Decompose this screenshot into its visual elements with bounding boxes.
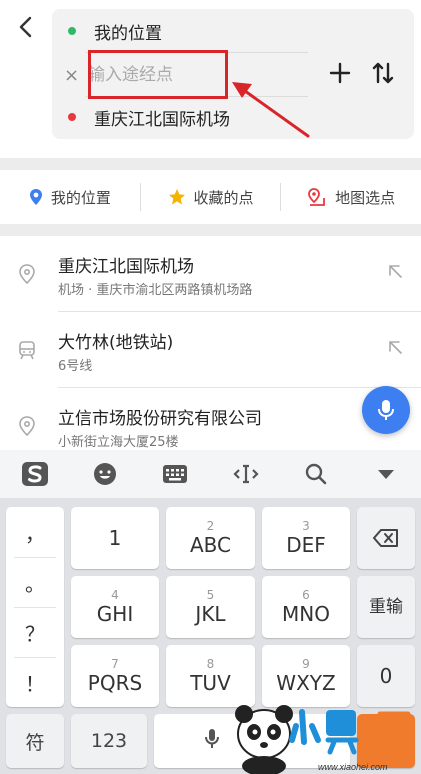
location-pin-icon: [19, 416, 35, 436]
punctuation-column: ， 。 ？ ！: [6, 507, 64, 707]
reenter-key[interactable]: 重输: [357, 576, 415, 638]
search-button[interactable]: [281, 450, 351, 498]
key-abc[interactable]: 2 ABC: [166, 507, 255, 569]
tab-my-location[interactable]: 我的位置: [0, 187, 140, 208]
keyboard-icon: [163, 465, 188, 483]
key-number: 5: [206, 587, 215, 602]
tab-favorites[interactable]: 收藏的点: [141, 187, 281, 208]
cursor-move-icon: [233, 464, 259, 484]
location-pin-icon: [29, 189, 42, 205]
route-header: 我的位置 × 重庆江北国际机场: [0, 0, 421, 158]
key-number: 7: [111, 656, 119, 671]
keyboard-switch-button[interactable]: [140, 450, 210, 498]
microphone-icon: [205, 729, 219, 748]
key-number: 8: [206, 656, 215, 671]
result-subtitle: 小新街立海大厦25楼: [58, 435, 179, 450]
section-gap: [0, 158, 421, 170]
start-row[interactable]: 我的位置: [52, 11, 310, 51]
add-waypoint-button[interactable]: [328, 61, 352, 85]
list-item[interactable]: 大竹林(地铁站) 6号线: [0, 312, 421, 388]
key-def[interactable]: 3 DEF: [262, 507, 350, 569]
key-label: 重输: [369, 597, 403, 617]
punctuation-key[interactable]: ，: [6, 507, 64, 557]
result-title: 重庆江北国际机场: [58, 257, 194, 277]
punctuation-key[interactable]: ？: [6, 607, 64, 657]
keyboard-toolbar: [0, 450, 421, 498]
search-results-list: 重庆江北国际机场 机场 · 重庆市渝北区两路镇机场路 大竹林(地铁站) 6号线 …: [0, 236, 421, 450]
start-dot-icon: [68, 27, 76, 35]
remove-waypoint-icon[interactable]: ×: [64, 65, 79, 86]
numeric-key[interactable]: 123: [71, 714, 147, 768]
key-number: 2: [206, 518, 215, 533]
back-button[interactable]: [8, 10, 42, 44]
end-location: 重庆江北国际机场: [94, 109, 230, 130]
result-subtitle: 6号线: [58, 359, 93, 374]
swap-route-button[interactable]: [372, 61, 394, 85]
result-subtitle: 机场 · 重庆市渝北区两路镇机场路: [58, 283, 253, 298]
watermark-logo: www.xiaohei.com: [235, 705, 411, 774]
emoji-button[interactable]: [70, 450, 140, 498]
section-gap: [0, 224, 421, 236]
tab-map-pick[interactable]: 地图选点: [281, 187, 421, 208]
key-1[interactable]: 1: [71, 507, 159, 569]
collapse-keyboard-button[interactable]: [351, 450, 421, 498]
tab-label: 地图选点: [335, 188, 396, 207]
key-label: ABC: [189, 532, 231, 557]
chevron-left-icon: [19, 16, 32, 38]
key-label: MNO: [282, 601, 330, 626]
key-number: 3: [302, 518, 310, 533]
sogou-logo-button[interactable]: [0, 450, 70, 498]
key-label: PQRS: [87, 670, 143, 695]
key-pqrs[interactable]: 7 PQRS: [71, 645, 159, 707]
key-jkl[interactable]: 5 JKL: [166, 576, 255, 638]
map-pick-icon: [308, 188, 326, 206]
chevron-down-icon: [377, 470, 394, 479]
fill-search-arrow-icon[interactable]: [386, 262, 404, 280]
red-arrow-annotation: [232, 82, 310, 138]
key-number: 9: [302, 656, 310, 671]
backspace-key[interactable]: [357, 507, 415, 569]
key-label: DEF: [286, 532, 326, 557]
highlight-box: [88, 50, 228, 99]
key-label: GHI: [96, 601, 134, 626]
voice-search-button[interactable]: [362, 386, 410, 434]
key-number: 6: [302, 587, 310, 602]
sogou-s-icon: [22, 462, 49, 486]
key-label: 1: [108, 526, 122, 550]
tab-label: 收藏的点: [193, 188, 254, 207]
microphone-icon: [378, 400, 394, 420]
punctuation-key[interactable]: ！: [6, 657, 64, 707]
location-pin-icon: [19, 264, 35, 284]
svg-text:www.xiaohei.com: www.xiaohei.com: [318, 762, 388, 772]
tab-label: 我的位置: [50, 188, 111, 207]
key-label: 0: [379, 664, 393, 688]
list-item[interactable]: 立信市场股份研究有限公司 小新街立海大厦25楼: [0, 388, 421, 450]
key-ghi[interactable]: 4 GHI: [71, 576, 159, 638]
end-dot-icon: [68, 113, 76, 121]
list-item[interactable]: 重庆江北国际机场 机场 · 重庆市渝北区两路镇机场路: [0, 236, 421, 312]
result-title: 大竹林(地铁站): [58, 333, 174, 353]
start-location: 我的位置: [94, 23, 162, 44]
star-icon: [168, 189, 185, 205]
search-icon: [305, 463, 327, 485]
key-label: JKL: [195, 601, 226, 626]
subway-icon: [19, 341, 35, 360]
key-number: 4: [111, 587, 119, 602]
quick-select-bar: 我的位置 收藏的点 地图选点: [0, 170, 421, 224]
key-mno[interactable]: 6 MNO: [262, 576, 350, 638]
fill-search-arrow-icon[interactable]: [386, 338, 404, 356]
key-label: 符: [25, 731, 45, 754]
punctuation-key[interactable]: 。: [6, 557, 64, 607]
key-label: 123: [90, 730, 128, 752]
symbol-key[interactable]: 符: [6, 714, 64, 768]
backspace-icon: [373, 529, 398, 547]
result-title: 立信市场股份研究有限公司: [58, 409, 262, 429]
emoji-icon: [94, 463, 117, 485]
cursor-move-button[interactable]: [211, 450, 281, 498]
